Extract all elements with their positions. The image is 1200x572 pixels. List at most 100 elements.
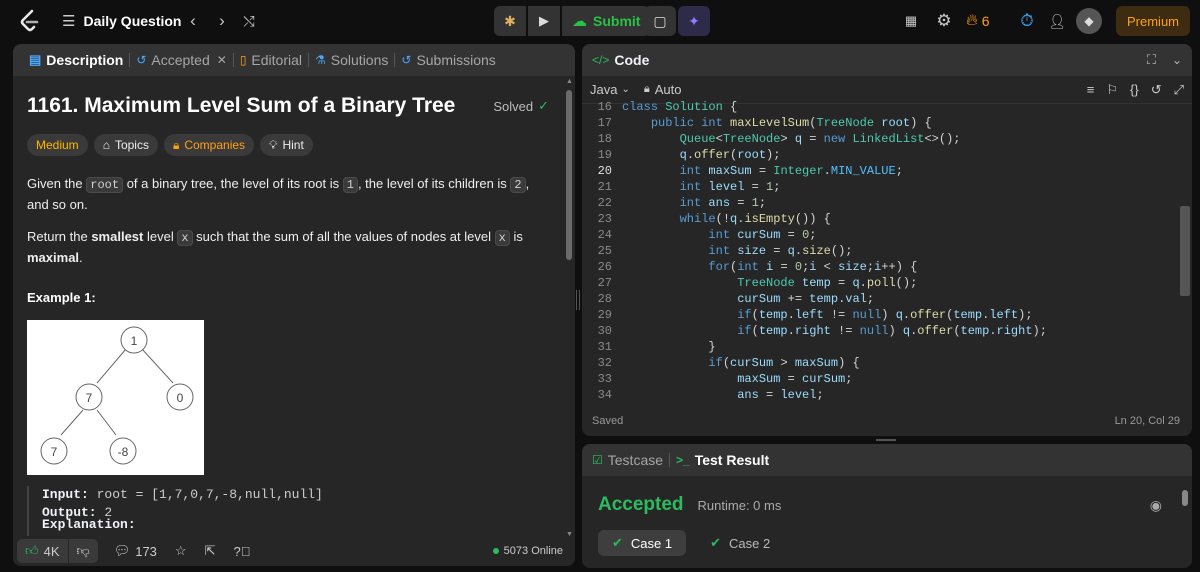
- tree-node-label: 7: [51, 445, 58, 459]
- problem-list-button[interactable]: ☰ Daily Question: [62, 0, 181, 42]
- daily-question-label: Daily Question: [83, 13, 182, 29]
- prev-problem-icon[interactable]: ‹: [178, 6, 208, 36]
- solved-label: Solved: [493, 98, 534, 114]
- tab-accepted[interactable]: ↺ Accepted ✕: [130, 44, 233, 76]
- description-footer: 👍︎ 4K 👎︎ 💬︎ 173 ☆ ⇱ ?⃝ 5073 Online: [13, 536, 575, 566]
- tree-node-label: 0: [177, 391, 184, 405]
- timer-icon[interactable]: ⏱: [1012, 6, 1042, 36]
- bookmark-icon[interactable]: ⚐: [1106, 82, 1118, 98]
- editor-scrollbar-thumb[interactable]: [1180, 206, 1190, 296]
- case-1-tab[interactable]: ✔ Case 1: [598, 530, 687, 556]
- runtime-label: Runtime: 0 ms: [697, 498, 782, 513]
- tab-submissions-label: Submissions: [416, 52, 496, 68]
- likes-count: 4K: [43, 543, 60, 559]
- share-icon[interactable]: ⇱: [205, 543, 216, 559]
- avatar[interactable]: ◆: [1076, 8, 1102, 34]
- line-number: 19: [597, 148, 612, 162]
- tab-submissions[interactable]: ↺ Submissions: [395, 44, 501, 76]
- comments-button[interactable]: 💬︎ 173: [114, 543, 157, 559]
- debug-button[interactable]: ✱: [494, 6, 526, 36]
- tag-icon: ⌂: [102, 138, 110, 152]
- vertical-resize-handle[interactable]: [576, 290, 580, 310]
- language-select[interactable]: Java ⌄: [590, 82, 630, 97]
- reset-icon[interactable]: ↺: [1151, 82, 1162, 98]
- auto-mode[interactable]: 🔒︎ Auto: [644, 82, 682, 97]
- expand-icon[interactable]: ⤢: [1174, 82, 1184, 98]
- code-line: 24 int curSum = 0;: [582, 228, 817, 244]
- terminal-icon: >_: [676, 453, 690, 467]
- close-icon[interactable]: ✕: [217, 53, 227, 67]
- text: level: [143, 229, 178, 244]
- tab-solutions[interactable]: ⚗ Solutions: [309, 44, 394, 76]
- description-scrollbar[interactable]: ▲ ▼: [565, 76, 573, 538]
- format-icon[interactable]: ≡: [1087, 82, 1095, 97]
- braces-icon[interactable]: {}: [1130, 82, 1139, 97]
- companies-button[interactable]: 🔒︎ Companies: [163, 134, 255, 156]
- streak-counter[interactable]: 🔥︎ 6: [966, 0, 990, 42]
- inline-code: x: [494, 230, 510, 246]
- text: .: [79, 250, 83, 265]
- help-icon[interactable]: ?⃝: [233, 544, 250, 559]
- tab-description[interactable]: ▤ Description: [23, 44, 129, 76]
- tab-editorial[interactable]: ▯ Editorial: [234, 44, 308, 76]
- result-scrollbar-thumb[interactable]: [1182, 490, 1188, 506]
- submit-label: Submit: [593, 13, 641, 29]
- add-friend-icon[interactable]: 👤︎: [1042, 6, 1072, 36]
- dislike-button[interactable]: 👎︎: [68, 539, 98, 563]
- line-number: 29: [597, 308, 612, 322]
- ai-assist-button[interactable]: ✦: [678, 6, 710, 36]
- book-icon: ▯: [239, 53, 247, 67]
- settings-icon[interactable]: ⚙: [929, 6, 959, 36]
- checkbox-icon: ☑: [592, 453, 603, 467]
- horizontal-resize-handle[interactable]: [876, 439, 896, 441]
- inline-code: root: [86, 177, 124, 193]
- comments-count: 173: [135, 543, 157, 559]
- companies-label: Companies: [184, 138, 246, 152]
- notes-button[interactable]: ▢: [644, 6, 676, 36]
- tab-solutions-label: Solutions: [330, 52, 389, 68]
- code-line: 16 class Solution {: [582, 100, 738, 116]
- like-button[interactable]: 👍︎ 4K: [17, 539, 68, 563]
- editor-status-bar: Saved Ln 20, Col 29: [582, 406, 1192, 436]
- code-line: 32 if(curSum > maxSum) {: [582, 356, 860, 372]
- next-problem-icon[interactable]: ›: [207, 6, 237, 36]
- eye-icon[interactable]: ◉: [1150, 497, 1162, 514]
- hint-label: Hint: [282, 138, 304, 152]
- online-label: 5073 Online: [503, 545, 563, 557]
- line-number: 34: [597, 388, 612, 402]
- hint-button[interactable]: 💡︎ Hint: [260, 134, 313, 156]
- layout-grid-icon[interactable]: ▦: [896, 6, 926, 36]
- tab-testcase[interactable]: ☑ Testcase: [592, 444, 669, 476]
- leetcode-logo[interactable]: [18, 0, 40, 42]
- maximize-icon[interactable]: ⛶: [1147, 52, 1156, 68]
- star-icon[interactable]: ☆: [175, 543, 187, 559]
- inline-code: x: [177, 230, 193, 246]
- case-tabs: ✔ Case 1 ✔ Case 2: [598, 530, 784, 556]
- problem-title[interactable]: 1161. Maximum Level Sum of a Binary Tree: [27, 94, 455, 118]
- premium-button[interactable]: Premium: [1116, 6, 1191, 36]
- code-line: 25 int size = q.size();: [582, 244, 853, 260]
- example-block: Input: root = [1,7,0,7,-8,null,null] Out…: [27, 486, 547, 536]
- scrollbar-thumb[interactable]: [566, 90, 572, 260]
- code-editor[interactable]: 16 class Solution { 17 public int maxLeve…: [582, 100, 1182, 406]
- submit-button[interactable]: ☁ Submit: [562, 6, 651, 36]
- topics-button[interactable]: ⌂ Topics: [93, 134, 158, 156]
- run-button[interactable]: ▶: [528, 6, 560, 36]
- result-tabs: ☑ Testcase >_ Test Result: [582, 444, 1192, 476]
- code-line: 27 TreeNode temp = q.poll();: [582, 276, 918, 292]
- line-number: 16: [597, 100, 612, 114]
- description-panel: ▤ Description ↺ Accepted ✕ ▯ Editorial ⚗ Solu…: [13, 44, 575, 566]
- result-panel: ☑ Testcase >_ Test Result Accepted Runtime…: [582, 444, 1192, 568]
- check-circle-icon: ✓: [538, 98, 549, 113]
- case-1-label: Case 1: [630, 535, 673, 551]
- tab-testcase-label: Testcase: [607, 452, 664, 468]
- example-title: Example 1:: [27, 290, 96, 305]
- case-2-tab[interactable]: ✔ Case 2: [696, 530, 784, 556]
- collapse-icon[interactable]: ⌄: [1172, 53, 1182, 67]
- play-icon: ▶: [539, 13, 549, 28]
- tree-node-label: -8: [118, 445, 129, 459]
- code-line: 29 if(temp.left != null) q.offer(temp.le…: [582, 308, 1033, 324]
- text: such that the sum of all the values of n…: [192, 229, 495, 244]
- shuffle-icon[interactable]: ⤭: [234, 6, 264, 36]
- tab-test-result[interactable]: >_ Test Result: [670, 444, 775, 476]
